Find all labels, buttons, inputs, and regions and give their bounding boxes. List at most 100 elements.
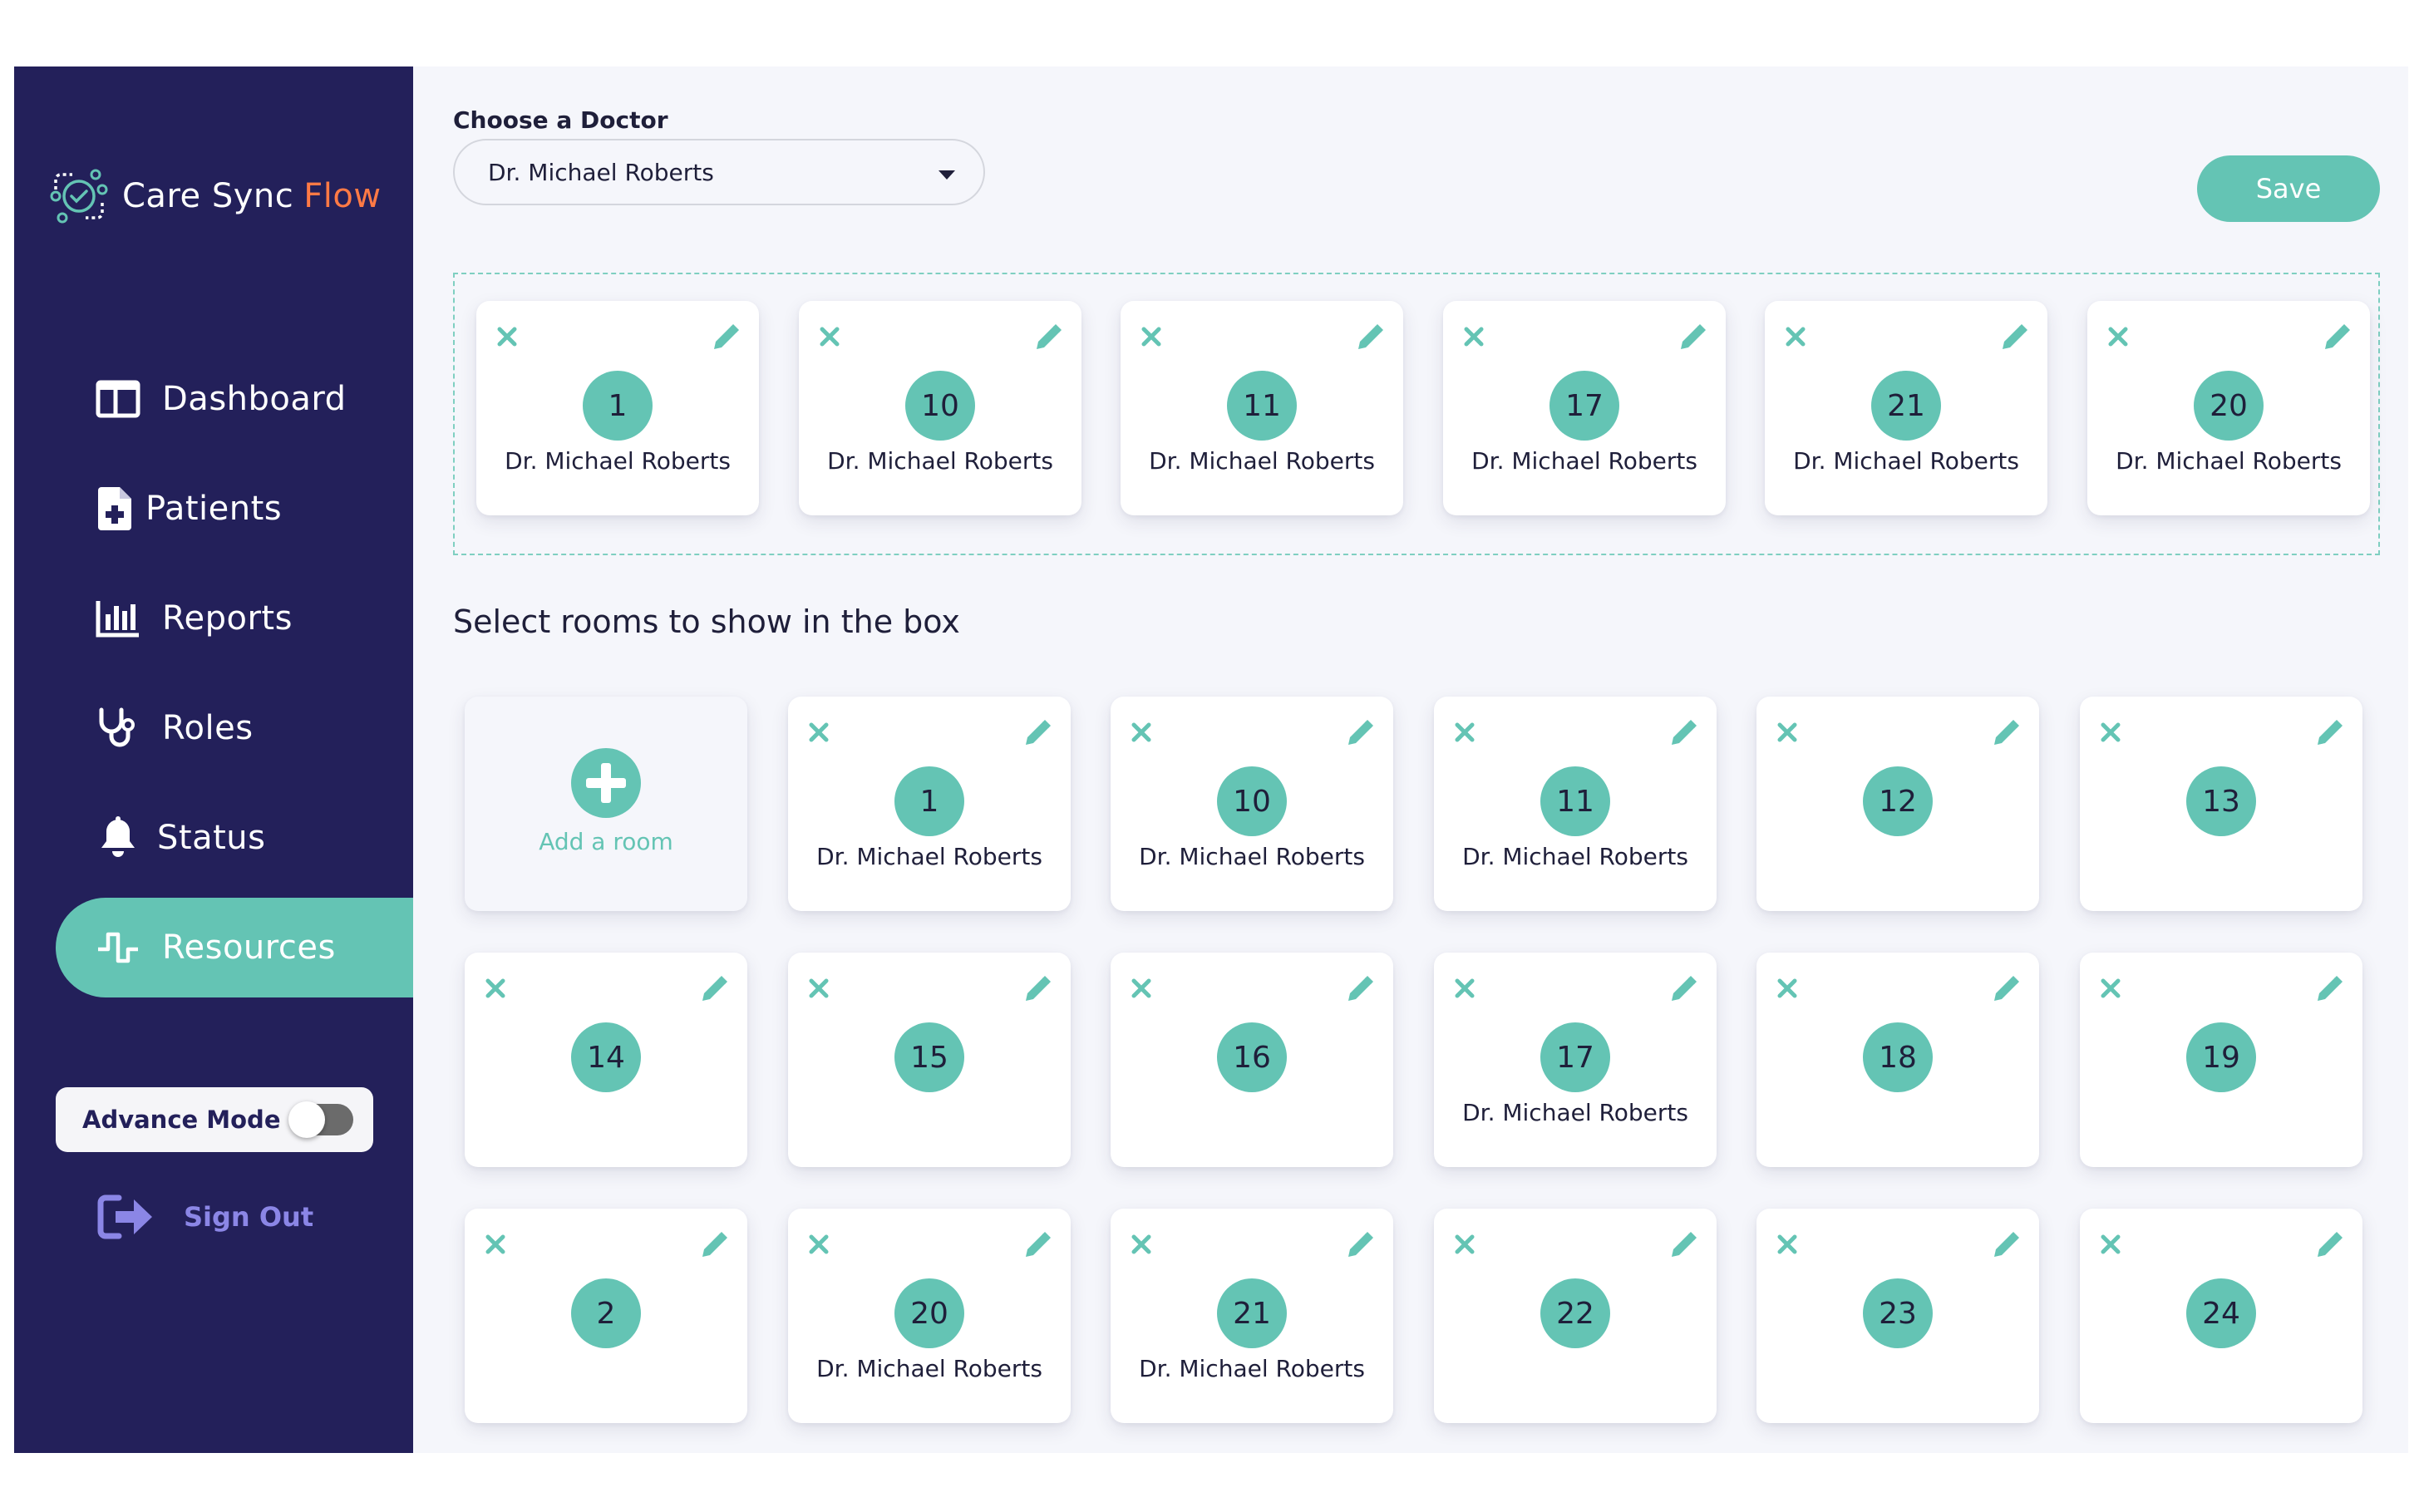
close-icon[interactable] [2098, 1232, 2123, 1257]
edit-pencil-icon[interactable] [2322, 323, 2352, 352]
edit-pencil-icon[interactable] [1991, 1230, 2021, 1260]
room-doctor-name: Dr. Michael Roberts [1462, 843, 1688, 870]
room-card[interactable]: 16 [1111, 953, 1393, 1167]
room-card[interactable]: 1 Dr. Michael Roberts [788, 697, 1071, 911]
room-card[interactable]: 10 Dr. Michael Roberts [799, 301, 1081, 515]
edit-pencil-icon[interactable] [699, 974, 729, 1004]
room-card[interactable]: 23 [1756, 1209, 2039, 1423]
sidebar-item-patients[interactable]: Patients [14, 459, 413, 559]
edit-pencil-icon[interactable] [1678, 323, 1707, 352]
edit-pencil-icon[interactable] [1345, 974, 1375, 1004]
edit-pencil-icon[interactable] [1355, 323, 1385, 352]
sidebar-item-label: Dashboard [162, 380, 347, 418]
close-icon[interactable] [1129, 720, 1154, 745]
room-number-badge: 1 [583, 371, 653, 441]
edit-pencil-icon[interactable] [1991, 718, 2021, 748]
close-icon[interactable] [1783, 324, 1808, 349]
room-number-badge: 21 [1217, 1278, 1287, 1348]
room-doctor-name: Dr. Michael Roberts [2116, 447, 2342, 475]
room-card[interactable]: 11 Dr. Michael Roberts [1121, 301, 1403, 515]
room-card[interactable]: 24 [2080, 1209, 2362, 1423]
room-doctor-name: Dr. Michael Roberts [816, 1355, 1042, 1382]
room-card[interactable]: 22 [1434, 1209, 1717, 1423]
close-icon[interactable] [483, 1232, 508, 1257]
close-icon[interactable] [1129, 1232, 1154, 1257]
room-doctor-name: Dr. Michael Roberts [505, 447, 731, 475]
edit-pencil-icon[interactable] [2314, 718, 2344, 748]
edit-pencil-icon[interactable] [1991, 974, 2021, 1004]
close-icon[interactable] [1775, 720, 1800, 745]
add-room-button[interactable]: Add a room [465, 697, 747, 911]
close-icon[interactable] [1461, 324, 1486, 349]
toggle-switch[interactable] [288, 1101, 353, 1138]
pulse-icon [94, 923, 142, 972]
close-icon[interactable] [1452, 720, 1477, 745]
close-icon[interactable] [1139, 324, 1164, 349]
room-number-badge: 19 [2186, 1022, 2256, 1092]
sign-out-label: Sign Out [184, 1201, 314, 1233]
room-card[interactable]: 21 Dr. Michael Roberts [1765, 301, 2047, 515]
edit-pencil-icon[interactable] [2314, 974, 2344, 1004]
edit-pencil-icon[interactable] [1345, 718, 1375, 748]
advance-mode-toggle[interactable]: Advance Mode [56, 1087, 373, 1152]
brand-name: Care Sync Flow [122, 177, 382, 215]
brand-name-part2: Flow [303, 177, 382, 215]
edit-pencil-icon[interactable] [699, 1230, 729, 1260]
room-card[interactable]: 13 [2080, 697, 2362, 911]
room-card[interactable]: 17 Dr. Michael Roberts [1434, 953, 1717, 1167]
edit-pencil-icon[interactable] [1668, 1230, 1698, 1260]
close-icon[interactable] [1129, 976, 1154, 1001]
room-card[interactable]: 17 Dr. Michael Roberts [1443, 301, 1726, 515]
edit-pencil-icon[interactable] [1668, 718, 1698, 748]
close-icon[interactable] [2098, 976, 2123, 1001]
edit-pencil-icon[interactable] [2314, 1230, 2344, 1260]
sidebar-item-label: Status [157, 819, 266, 857]
room-card[interactable]: 14 [465, 953, 747, 1167]
edit-pencil-icon[interactable] [1668, 974, 1698, 1004]
room-card[interactable]: 21 Dr. Michael Roberts [1111, 1209, 1393, 1423]
sidebar-item-roles[interactable]: Roles [14, 678, 413, 778]
close-icon[interactable] [806, 1232, 831, 1257]
sidebar-item-reports[interactable]: Reports [14, 569, 413, 668]
room-card[interactable]: 19 [2080, 953, 2362, 1167]
room-card[interactable]: 20 Dr. Michael Roberts [2087, 301, 2370, 515]
room-card[interactable]: 20 Dr. Michael Roberts [788, 1209, 1071, 1423]
close-icon[interactable] [806, 976, 831, 1001]
sidebar: Care Sync Flow Dashboard Patients Reports [14, 66, 413, 1453]
room-number-badge: 1 [894, 766, 964, 836]
edit-pencil-icon[interactable] [1345, 1230, 1375, 1260]
room-card[interactable]: 2 [465, 1209, 747, 1423]
main-content: Choose a Doctor Dr. Michael Roberts Save… [413, 66, 2408, 1453]
room-number-badge: 17 [1549, 371, 1619, 441]
close-icon[interactable] [483, 976, 508, 1001]
close-icon[interactable] [1775, 976, 1800, 1001]
sidebar-item-status[interactable]: Status [14, 788, 413, 888]
sign-out-button[interactable]: Sign Out [97, 1193, 313, 1241]
room-card[interactable]: 15 [788, 953, 1071, 1167]
save-button[interactable]: Save [2197, 155, 2380, 222]
sidebar-item-resources[interactable]: Resources [56, 898, 413, 997]
dashboard-icon [94, 375, 142, 423]
room-card[interactable]: 12 [1756, 697, 2039, 911]
edit-pencil-icon[interactable] [1022, 974, 1052, 1004]
edit-pencil-icon[interactable] [711, 323, 741, 352]
room-doctor-name: Dr. Michael Roberts [1139, 1355, 1365, 1382]
close-icon[interactable] [1452, 976, 1477, 1001]
room-card[interactable]: 18 [1756, 953, 2039, 1167]
edit-pencil-icon[interactable] [1999, 323, 2029, 352]
close-icon[interactable] [1775, 1232, 1800, 1257]
edit-pencil-icon[interactable] [1033, 323, 1063, 352]
edit-pencil-icon[interactable] [1022, 1230, 1052, 1260]
close-icon[interactable] [1452, 1232, 1477, 1257]
close-icon[interactable] [2106, 324, 2131, 349]
close-icon[interactable] [495, 324, 520, 349]
room-card[interactable]: 1 Dr. Michael Roberts [476, 301, 759, 515]
doctor-select[interactable]: Dr. Michael Roberts [453, 139, 985, 205]
close-icon[interactable] [2098, 720, 2123, 745]
room-card[interactable]: 10 Dr. Michael Roberts [1111, 697, 1393, 911]
close-icon[interactable] [806, 720, 831, 745]
sidebar-item-dashboard[interactable]: Dashboard [14, 349, 413, 449]
room-card[interactable]: 11 Dr. Michael Roberts [1434, 697, 1717, 911]
close-icon[interactable] [817, 324, 842, 349]
edit-pencil-icon[interactable] [1022, 718, 1052, 748]
